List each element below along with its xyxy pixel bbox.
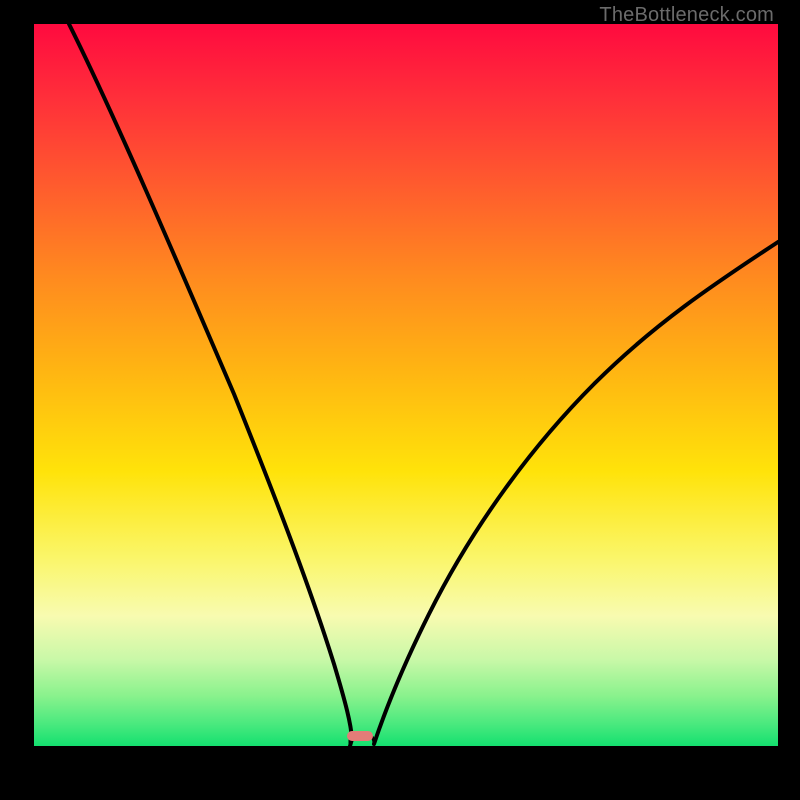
bottleneck-curve — [34, 24, 778, 746]
curve-right-path — [374, 242, 778, 744]
chart-frame: TheBottleneck.com — [0, 0, 800, 800]
optimal-marker — [347, 731, 373, 741]
attribution-text: TheBottleneck.com — [599, 4, 774, 27]
curve-left-path — [69, 24, 352, 746]
plot-area — [34, 24, 778, 746]
